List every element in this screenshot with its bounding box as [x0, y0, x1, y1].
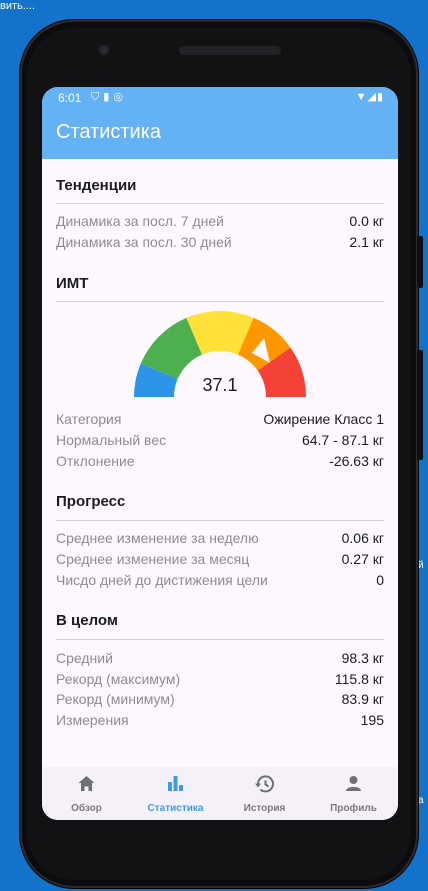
stat-row: Динамика за посл. 30 дней 2.1 кг	[56, 234, 384, 254]
nav-label: История	[243, 803, 286, 814]
bmi-gauge	[134, 311, 306, 397]
stat-label: Среднее изменение за месяц	[56, 551, 250, 567]
stat-value: 0.27 кг	[341, 551, 384, 567]
shield-icon: ⛉	[91, 91, 104, 103]
stat-row: Среднее изменение за неделю 0.06 кг	[56, 530, 384, 550]
front-camera	[98, 44, 110, 56]
earpiece-speaker	[179, 46, 281, 55]
stat-value: 2.1 кг	[349, 234, 384, 250]
divider	[56, 520, 384, 521]
status-time: 6:01	[58, 91, 82, 105]
volume-button[interactable]	[417, 350, 423, 460]
desktop-corner-text: вить....	[0, 0, 35, 12]
stat-value: 115.8 кг	[334, 671, 384, 687]
stat-row: Категория Ожирение Класс 1	[56, 411, 384, 431]
app-bar: 6:01 ⛉▮◎ ▼◢▮ Статистика	[42, 87, 398, 159]
section-title-progress: Прогресс	[56, 493, 126, 510]
nav-label: Статистика	[147, 803, 204, 814]
stat-label: Измерения	[56, 712, 129, 728]
stat-row: Нормальный вес 64.7 - 87.1 кг	[56, 432, 384, 452]
stat-label: Нормальный вес	[56, 432, 167, 448]
stat-row: Измерения 195	[56, 712, 384, 732]
stat-value: 83.9 кг	[341, 691, 384, 707]
stat-row: Отклонение -26.63 кг	[56, 453, 384, 473]
stat-label: Чисдо дней до дистижения цели	[56, 572, 268, 588]
stat-value: 195	[360, 712, 384, 728]
stat-row: Рекорд (минимум) 83.9 кг	[56, 691, 384, 711]
section-title-overall: В целом	[56, 612, 118, 629]
power-button[interactable]	[417, 236, 423, 288]
stat-value: 98.3 кг	[341, 650, 384, 666]
divider	[56, 301, 384, 302]
nav-label: Обзор	[71, 803, 102, 814]
stat-row: Рекорд (максимум) 115.8 кг	[56, 671, 384, 691]
stat-row: Динамика за посл. 7 дней 0.0 кг	[56, 213, 384, 233]
sync-icon: ◎	[113, 91, 127, 103]
stat-label: Категория	[56, 411, 122, 427]
section-title-bmi: ИМТ	[56, 275, 89, 292]
stat-row: Чисдо дней до дистижения цели 0	[56, 572, 384, 592]
home-icon	[78, 776, 95, 791]
signal-icon: ◢	[367, 91, 377, 103]
divider	[56, 639, 384, 640]
battery-icon: ▮	[376, 91, 384, 103]
nav-label: Профиль	[330, 803, 377, 814]
stat-value: Ожирение Класс 1	[263, 411, 384, 427]
section-title-trends: Тенденции	[56, 177, 137, 194]
stat-row: Средний 98.3 кг	[56, 650, 384, 670]
profile-icon	[346, 776, 361, 791]
stat-value: 0.0 кг	[349, 213, 384, 229]
desktop-edge-text: й	[418, 560, 424, 571]
stat-value: 0	[376, 572, 384, 588]
desktop-edge-text: а	[418, 795, 424, 806]
stat-label: Рекорд (минимум)	[56, 691, 175, 707]
bottom-navigation: Обзор Статистика История Профиль	[42, 767, 398, 820]
phone-screen: 6:01 ⛉▮◎ ▼◢▮ Статистика Тенденции Динами…	[42, 87, 398, 820]
bmi-value: 37.1	[202, 375, 238, 395]
wifi-icon: ▼	[355, 91, 368, 103]
stat-value: 0.06 кг	[341, 530, 384, 546]
history-icon	[255, 775, 274, 793]
divider	[56, 203, 384, 204]
nav-item-history[interactable]: История	[220, 767, 309, 820]
nav-item-statistics[interactable]: Статистика	[131, 767, 220, 820]
stat-label: Динамика за посл. 30 дней	[56, 234, 232, 250]
sim-card-icon: ▮	[103, 91, 114, 103]
stat-label: Динамика за посл. 7 дней	[56, 213, 224, 229]
stat-label: Средний	[56, 650, 113, 666]
stat-value: 64.7 - 87.1 кг	[301, 432, 384, 448]
page-title: Статистика	[56, 121, 162, 143]
stat-value: -26.63 кг	[329, 453, 384, 469]
stat-label: Рекорд (максимум)	[56, 671, 181, 687]
stat-row: Среднее изменение за месяц 0.27 кг	[56, 551, 384, 571]
nav-item-overview[interactable]: Обзор	[42, 767, 131, 820]
bar-chart-icon	[168, 776, 183, 791]
stat-label: Отклонение	[56, 453, 135, 469]
stat-label: Среднее изменение за неделю	[56, 530, 259, 546]
status-bar: 6:01 ⛉▮◎ ▼◢▮	[42, 87, 398, 109]
nav-item-profile[interactable]: Профиль	[309, 767, 398, 820]
